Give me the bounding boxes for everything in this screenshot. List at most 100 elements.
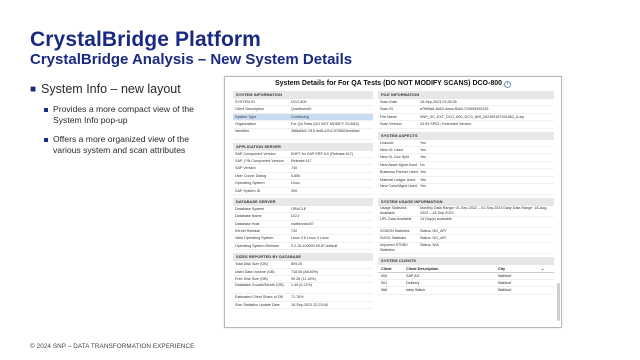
attribute-value: Linux 2.6 Linux 3 Linux [291,236,329,241]
section-header: APPLICATION SERVER [233,142,373,151]
attribute-row: New Cons/Mgmt Used Yes [378,184,554,195]
attribute-row: Scan ID a7f6f5a8-6b52-4eea-80a5-724555392… [378,106,554,114]
dialog-title-bar: System Details for For QA Tests (DO NOT … [225,77,561,91]
attribute-row: Imported STDBV Statistics Status: N/A [378,243,554,254]
attribute-row: User Count: Dialog 5,650 [233,173,373,181]
attribute-label: New Cons/Mgmt Used [380,183,417,188]
column-header[interactable]: Client [378,265,404,272]
attribute-row: New Asset Mgmt Used No [378,162,554,170]
dialog-body: SYSTEM INFORMATION SYSTEM ID DCO-800 Client… [225,91,561,327]
attribute-row: SYSTEM ID DCO-800 [233,99,373,107]
column-header[interactable]: Client Description [404,265,496,272]
clients-scrollbar[interactable] [557,283,560,321]
bullet-main: ■ System Info – new layout [30,82,215,96]
table-cell-city: Walldorf [498,288,512,293]
attribute-value: 18-Sep-2023 22:23:08 [291,302,328,307]
attribute-label: Identifier [235,128,250,133]
attribute-label: SYSTEM ID [235,100,255,104]
attribute-value: 3.2.15-100000.59.87-default [291,243,338,248]
attribute-row: Valid Operating System Linux 2.6 Linux 3 … [233,235,373,243]
info-icon[interactable]: i [504,81,512,88]
attribute-value: 718.08 (88.80%) [291,269,319,274]
table-row[interactable]: 001 Delivery Walldorf [378,280,554,288]
section: SYSTEM ASPECTS Unicode Yes New GL Used Yes Ne… [378,131,554,195]
bullet-sub-2: Offers a more organized view of the vari… [44,134,215,156]
table-cell-client: 066 [381,288,388,293]
column-header[interactable]: City ⌄ [496,265,554,272]
attribute-label: File Name [380,114,397,119]
bullet-sub-2-text: Offers a more organized view of the vari… [53,134,189,155]
attribute-row: Organization For QA Tests (DO NOT MODIFY … [233,121,373,129]
attribute-value: 740 [291,166,298,171]
attribute-label: Scan Date [380,100,398,104]
attribute-value: Yes [420,177,427,182]
attribute-value: 18-Sep-2023 03:28:36 [420,100,457,104]
attribute-label: New Asset Mgmt Used [380,162,418,167]
attribute-label: Scan ID [380,107,394,112]
attribute-label: SAP System ID [235,188,261,193]
attribute-label: Size Statistics Update Date [235,302,280,307]
attribute-value: Release 617 [291,158,312,163]
section-header: SYSTEM INFORMATION [233,91,373,99]
attribute-row: File Name SNP_SC_EXT_DCO_800_DCO_800_2023… [378,114,554,122]
attribute-value: Status: N/A [420,242,439,247]
attribute-row: SAP_FIN Component Version Release 617 [233,158,373,166]
attribute-row: Free Disk Size (GB) 90.28 (11.16%) [233,276,373,284]
attribute-value: 3fd8a0b6-7f15-4e6f-a7b2-57650f1bed6ad [291,128,360,133]
attribute-row: New GL Doc Split Yes [378,154,554,162]
attribute-label: Valid Operating System [235,236,274,241]
section-header: SIZES REPORTED BY DATABASE [233,253,373,262]
attribute-label: SAP Component Version [235,151,276,156]
section: FILE INFORMATION Scan Date 18-Sep-2023 03:… [378,91,554,129]
attribute-value: 742 [291,229,298,234]
column-header-label: Client Description [406,266,439,271]
attribute-row: Estimated Client Share of DB 71.78% [233,294,373,302]
bullet-sub-1-text: Provides a more compact view of the Syst… [53,104,194,125]
attribute-value: Status: NO_API [420,228,447,233]
attribute-value: SNP_SC_EXT_DCO_800_DCO_800_20230918T0318… [420,114,525,119]
section-header: FILE INFORMATION [378,91,554,99]
attribute-value: Yes [420,140,427,145]
attribute-label: New GL Doc Split [380,155,409,160]
attribute-value: 390 [291,188,298,193]
column-header-label: City [498,266,506,271]
attribute-value: Continuing [291,114,309,119]
bullet-sub-1: Provides a more compact view of the Syst… [44,104,215,126]
attribute-row: Material Ledger Used Yes [378,177,554,184]
attribute-value: DCO-800 [291,100,307,104]
attribute-label: Usage Statistics Available [380,205,407,216]
table-row[interactable]: 000 SAP AG Walldorf [378,273,554,281]
attribute-label: Operating System [235,181,265,186]
attribute-label: SAP_FIN Component Version [235,158,284,163]
attribute-label: Client Description [235,107,264,112]
attribute-row: System Type Continuing [233,113,373,122]
attribute-label: Business Partner Used [380,170,418,175]
attribute-value: 1.49 (0.21%) [291,283,313,288]
attribute-value: Yes [420,155,427,160]
system-details-dialog: System Details for For QA Tests (DO NOT … [224,76,562,328]
attribute-label: New GL Used [380,147,403,152]
attribute-value: vsdbsrvdco07 [291,221,314,226]
attribute-value: ORACLE [291,206,307,211]
attribute-row: SAP System ID 390 [233,188,373,195]
sort-icon[interactable]: ⌄ [541,265,544,272]
table-row[interactable]: 066 early Watch Walldorf [378,287,554,295]
attribute-row: Client Description QualibrandS [233,106,373,114]
attribute-value: EHP7 for SAP ERP 6.0 (Release 617) [291,151,354,156]
section: SYSTEM INFORMATION SYSTEM ID DCO-800 Client… [233,91,373,140]
table-cell-desc: early Watch [406,288,426,293]
clients-table: SYSTEM CLIENTS Client Client Description Ci… [378,256,554,295]
attribute-label: Database System [235,206,265,211]
attribute-label: Free Disk Size (GB) [235,277,268,282]
attribute-row: Unicode Yes [378,140,554,147]
attribute-row: Database Growth/Month (GB) 1.49 (0.21%) [233,283,373,295]
section-header: DATABASE SERVER [233,197,373,206]
attribute-row: Database Host vsdbsrvdco07 [233,221,373,229]
column-header-label: Client [381,266,392,271]
bullet-marker [44,138,48,142]
attribute-row: SUSG Statistics Status: NO_API [378,235,554,243]
attribute-row: SAP Version 740 [233,165,373,173]
attribute-label: UPL Data Available [380,216,412,221]
attribute-value: Yes [420,147,427,152]
bullet-main-text: System Info – new layout [41,82,181,96]
